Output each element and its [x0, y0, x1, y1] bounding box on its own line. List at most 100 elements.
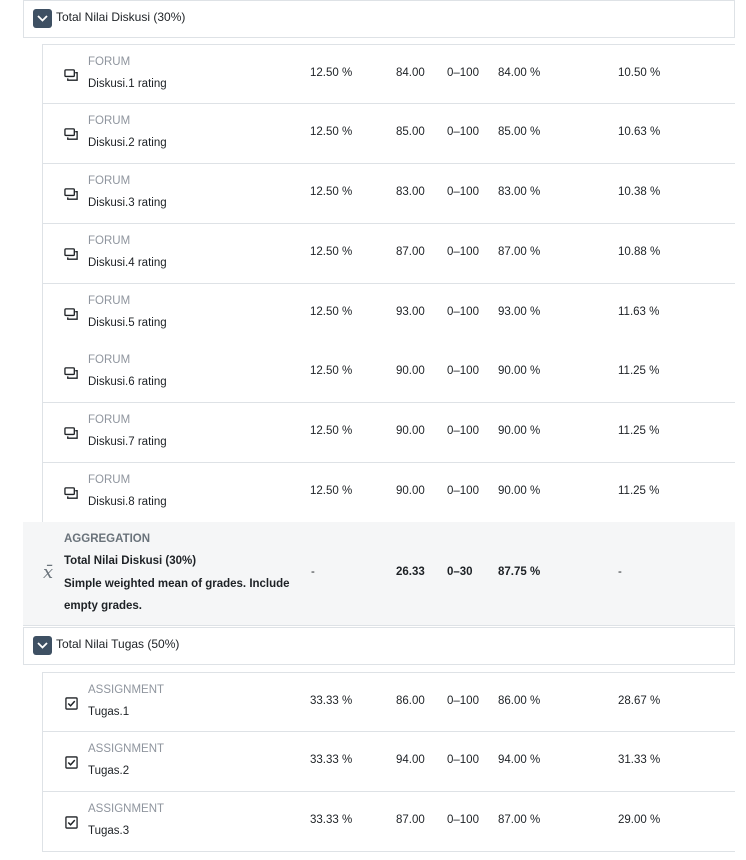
percentage-cell: 85.00 % — [498, 126, 541, 138]
grade-item-row: ASSIGNMENT Tugas.3 33.33 % 87.00 0–100 8… — [42, 792, 735, 852]
range-cell: 0–100 — [447, 695, 479, 707]
range-cell: 0–100 — [447, 425, 479, 437]
weight-cell: 12.50 % — [310, 67, 353, 79]
range-cell: 0–100 — [447, 126, 479, 138]
grade-cell: 90.00 — [396, 365, 425, 377]
item-name-link[interactable]: Diskusi.3 rating — [88, 197, 167, 209]
item-name-link[interactable]: Diskusi.7 rating — [88, 436, 167, 448]
assignment-icon — [63, 754, 79, 770]
weight-cell: 12.50 % — [310, 186, 353, 198]
grade-item-row: FORUM Diskusi.2 rating 12.50 % 85.00 0–1… — [42, 104, 735, 164]
percentage-cell: 83.00 % — [498, 186, 541, 198]
percentage-cell: 84.00 % — [498, 67, 541, 79]
item-type: ASSIGNMENT — [88, 684, 165, 696]
range-cell: 0–100 — [447, 485, 479, 497]
forum-icon — [63, 126, 79, 142]
chevron-down-icon[interactable] — [33, 636, 52, 655]
percentage-cell: 86.00 % — [498, 695, 541, 707]
contribution-cell: 11.25 % — [618, 485, 660, 497]
grade-item-row: FORUM Diskusi.4 rating 12.50 % 87.00 0–1… — [42, 224, 735, 284]
grade-cell: 94.00 — [396, 754, 425, 766]
grade-item-row: FORUM Diskusi.6 rating 12.50 % 90.00 0–1… — [42, 343, 735, 403]
aggregation-type: AGGREGATION — [64, 533, 151, 545]
item-type: FORUM — [88, 115, 131, 127]
grade-cell: 84.00 — [396, 67, 425, 79]
chevron-down-icon[interactable] — [33, 9, 52, 28]
item-name-link[interactable]: Tugas.1 — [88, 706, 129, 718]
forum-icon — [63, 485, 79, 501]
item-type: ASSIGNMENT — [88, 743, 165, 755]
range-cell: 0–100 — [447, 67, 479, 79]
contribution-cell: 10.38 % — [618, 186, 661, 198]
item-name-link[interactable]: Diskusi.5 rating — [88, 317, 167, 329]
grade-cell: 83.00 — [396, 186, 425, 198]
forum-icon — [63, 365, 79, 381]
category-title: Total Nilai Tugas (50%) — [56, 637, 180, 651]
percentage-cell: 87.75 % — [498, 566, 541, 578]
forum-icon — [63, 67, 79, 83]
weight-cell: 12.50 % — [310, 246, 353, 258]
percentage-cell: 94.00 % — [498, 754, 541, 766]
item-name-link[interactable]: Diskusi.2 rating — [88, 137, 167, 149]
grade-cell: 93.00 — [396, 306, 425, 318]
percentage-cell: 90.00 % — [498, 365, 541, 377]
grade-cell: 26.33 — [396, 566, 425, 578]
grade-cell: 85.00 — [396, 126, 425, 138]
assignment-icon — [63, 814, 79, 830]
range-cell: 0–100 — [447, 754, 479, 766]
item-type: FORUM — [88, 235, 131, 247]
grade-item-row: FORUM Diskusi.7 rating 12.50 % 90.00 0–1… — [42, 403, 735, 463]
item-name-link[interactable]: Tugas.2 — [88, 765, 129, 777]
aggregation-name: Total Nilai Diskusi (30%) — [64, 555, 197, 567]
grade-item-row: FORUM Diskusi.8 rating 12.50 % 90.00 0–1… — [42, 463, 735, 523]
grade-cell: 90.00 — [396, 485, 425, 497]
range-cell: 0–100 — [447, 186, 479, 198]
weight-cell: 12.50 % — [310, 425, 353, 437]
percentage-cell: 87.00 % — [498, 814, 541, 826]
grade-cell: 86.00 — [396, 695, 425, 707]
weight-cell: 12.50 % — [310, 306, 353, 318]
contribution-cell: 11.25 % — [618, 425, 660, 437]
weight-cell: 12.50 % — [310, 126, 353, 138]
mean-icon: x̄ — [43, 562, 54, 583]
grade-cell: 87.00 — [396, 814, 425, 826]
range-cell: 0–100 — [447, 306, 479, 318]
percentage-cell: 90.00 % — [498, 425, 541, 437]
weight-cell: 33.33 % — [310, 695, 353, 707]
item-type: FORUM — [88, 474, 131, 486]
contribution-cell: 31.33 % — [618, 754, 661, 766]
item-type: FORUM — [88, 175, 131, 187]
forum-icon — [63, 306, 79, 322]
forum-icon — [63, 246, 79, 262]
category-header-diskusi: Total Nilai Diskusi (30%) — [23, 0, 735, 38]
weight-cell: - — [311, 566, 315, 578]
item-name-link[interactable]: Diskusi.8 rating — [88, 496, 167, 508]
grade-cell: 87.00 — [396, 246, 425, 258]
grade-item-row: FORUM Diskusi.5 rating 12.50 % 93.00 0–1… — [42, 284, 735, 344]
aggregation-description: Simple weighted mean of grades. Include … — [64, 578, 290, 612]
item-type: FORUM — [88, 56, 131, 68]
percentage-cell: 93.00 % — [498, 306, 541, 318]
category-title: Total Nilai Diskusi (30%) — [56, 10, 186, 24]
assignment-icon — [63, 695, 79, 711]
grade-item-row: FORUM Diskusi.3 rating 12.50 % 83.00 0–1… — [42, 164, 735, 224]
contribution-cell: - — [618, 566, 622, 578]
range-cell: 0–100 — [447, 365, 479, 377]
item-name-link[interactable]: Diskusi.1 rating — [88, 78, 167, 90]
item-name-link[interactable]: Tugas.3 — [88, 825, 129, 837]
weight-cell: 12.50 % — [310, 485, 353, 497]
item-name-link[interactable]: Diskusi.4 rating — [88, 257, 167, 269]
contribution-cell: 10.88 % — [618, 246, 661, 258]
weight-cell: 12.50 % — [310, 365, 353, 377]
weight-cell: 33.33 % — [310, 814, 353, 826]
contribution-cell: 29.00 % — [618, 814, 661, 826]
grade-item-row: ASSIGNMENT Tugas.1 33.33 % 86.00 0–100 8… — [42, 672, 735, 732]
item-name-link[interactable]: Diskusi.6 rating — [88, 376, 167, 388]
forum-icon — [63, 186, 79, 202]
percentage-cell: 90.00 % — [498, 485, 541, 497]
item-type: ASSIGNMENT — [88, 803, 165, 815]
contribution-cell: 28.67 % — [618, 695, 661, 707]
contribution-cell: 10.63 % — [618, 126, 661, 138]
grade-cell: 90.00 — [396, 425, 425, 437]
forum-icon — [63, 425, 79, 441]
